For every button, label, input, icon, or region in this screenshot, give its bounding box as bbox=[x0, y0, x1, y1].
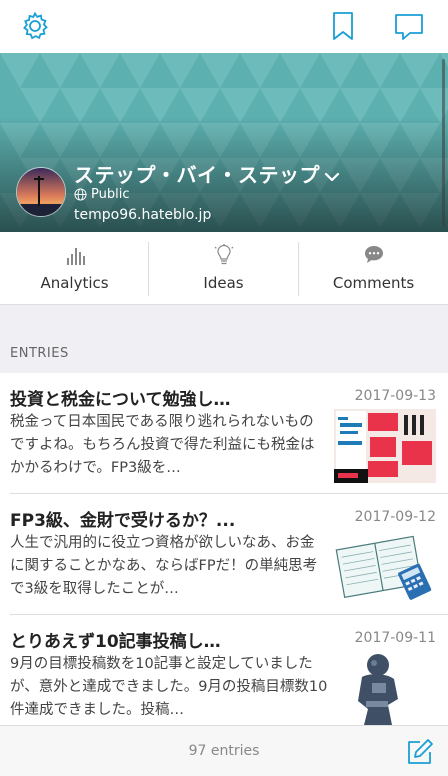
entries-section-label: ENTRIES bbox=[10, 346, 69, 361]
tab-label: Ideas bbox=[203, 274, 244, 292]
top-nav-bar bbox=[0, 0, 448, 53]
tab-analytics[interactable]: Analytics bbox=[0, 232, 149, 305]
chevron-down-icon[interactable] bbox=[324, 169, 340, 185]
entry-row[interactable]: 投資と税金について勉強し… 2017-09-13 税金って日本国民である限り逃れ… bbox=[0, 373, 448, 494]
tab-label: Comments bbox=[332, 274, 415, 292]
bar-chart-icon bbox=[66, 248, 85, 265]
globe-icon bbox=[74, 188, 87, 201]
bookmark-icon[interactable] bbox=[327, 10, 359, 42]
tab-label: Analytics bbox=[40, 274, 109, 292]
blog-title[interactable]: ステップ・バイ・ステップ bbox=[74, 159, 340, 188]
entry-thumbnail bbox=[334, 651, 436, 725]
blog-tabs: Analytics Ideas Comments bbox=[0, 232, 448, 305]
entry-title: FP3級、金財で受けるか？... bbox=[10, 511, 236, 531]
blog-url[interactable]: tempo96.hateblo.jp bbox=[74, 207, 211, 223]
tab-ideas[interactable]: Ideas bbox=[149, 232, 298, 305]
entry-row[interactable]: とりあえず10記事投稿し… 2017-09-11 9月の目標投稿数を10記事と設… bbox=[0, 615, 448, 725]
tab-comments[interactable]: Comments bbox=[299, 232, 448, 305]
gear-icon[interactable] bbox=[19, 10, 51, 42]
entries-list: 投資と税金について勉強し… 2017-09-13 税金って日本国民である限り逃れ… bbox=[0, 373, 448, 725]
entry-title: 投資と税金について勉強し… bbox=[10, 390, 231, 410]
chat-bubble-icon bbox=[364, 246, 383, 263]
lightbulb-icon bbox=[214, 244, 233, 265]
bottom-toolbar: 97 entries bbox=[0, 725, 448, 776]
entry-date: 2017-09-11 bbox=[354, 630, 436, 646]
visibility-label: Public bbox=[91, 187, 130, 202]
entry-row[interactable]: FP3級、金財で受けるか？... 2017-09-12 人生で汎用的に役立つ資格… bbox=[0, 494, 448, 615]
header-scrollbar bbox=[442, 59, 445, 227]
entry-excerpt: 9月の目標投稿数を10記事と設定していましたが、意外と達成できました。9月の投稿… bbox=[10, 656, 328, 718]
avatar[interactable] bbox=[16, 167, 66, 217]
visibility-status: Public bbox=[74, 187, 129, 202]
entry-thumbnail bbox=[334, 530, 436, 604]
entry-date: 2017-09-13 bbox=[354, 388, 436, 404]
entry-excerpt: 人生で汎用的に役立つ資格が欲しいなあ、お金に関することかなあ、ならばFPだ！の単… bbox=[10, 535, 318, 597]
section-background bbox=[0, 305, 448, 373]
blog-title-text: ステップ・バイ・ステップ bbox=[74, 163, 320, 187]
blog-header: ステップ・バイ・ステップ Public tempo96.hateblo.jp bbox=[0, 53, 448, 232]
entry-excerpt: 税金って日本国民である限り逃れられないものですよね。もちろん投資で得た利益にも税… bbox=[10, 414, 315, 476]
entries-count: 97 entries bbox=[188, 743, 260, 759]
compose-icon[interactable] bbox=[406, 738, 434, 766]
entry-title: とりあえず10記事投稿し… bbox=[10, 632, 221, 652]
entry-date: 2017-09-12 bbox=[354, 509, 436, 525]
speech-bubble-icon[interactable] bbox=[393, 10, 425, 42]
entry-thumbnail bbox=[334, 409, 436, 483]
